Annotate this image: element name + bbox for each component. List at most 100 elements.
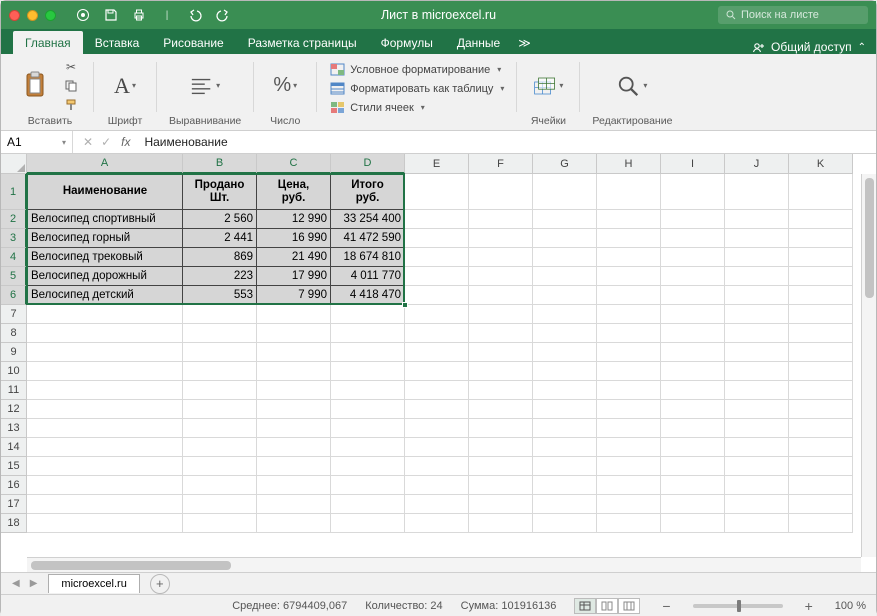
cell[interactable]	[331, 476, 405, 495]
font-button[interactable]: A▾	[106, 69, 144, 103]
cell[interactable]	[183, 343, 257, 362]
cell[interactable]	[597, 419, 661, 438]
cell[interactable]	[789, 267, 853, 286]
formula-input[interactable]: Наименование	[138, 135, 876, 149]
cell[interactable]	[533, 267, 597, 286]
cell[interactable]	[597, 476, 661, 495]
cell[interactable]	[533, 229, 597, 248]
tab-draw[interactable]: Рисование	[151, 31, 235, 54]
cell[interactable]	[257, 476, 331, 495]
zoom-slider[interactable]	[693, 604, 783, 608]
maximize-icon[interactable]	[45, 10, 56, 21]
cell[interactable]	[533, 381, 597, 400]
cell[interactable]	[257, 400, 331, 419]
cell[interactable]	[257, 343, 331, 362]
cell[interactable]	[725, 438, 789, 457]
cell[interactable]	[597, 229, 661, 248]
cell[interactable]	[597, 248, 661, 267]
cell[interactable]: 41 472 590	[331, 229, 405, 248]
cell[interactable]	[789, 174, 853, 210]
undo-icon[interactable]	[186, 6, 204, 24]
minimize-icon[interactable]	[27, 10, 38, 21]
cell[interactable]	[405, 495, 469, 514]
tab-data[interactable]: Данные	[445, 31, 512, 54]
cell[interactable]	[789, 305, 853, 324]
cell[interactable]	[405, 174, 469, 210]
cell[interactable]	[725, 305, 789, 324]
tab-overflow[interactable]: ≫	[512, 31, 537, 54]
cell[interactable]	[469, 305, 533, 324]
cell[interactable]	[661, 229, 725, 248]
cell[interactable]	[597, 267, 661, 286]
cell-styles-button[interactable]: Стили ячеек▾	[329, 99, 504, 116]
cell[interactable]	[725, 457, 789, 476]
cell[interactable]	[469, 476, 533, 495]
cell[interactable]	[597, 324, 661, 343]
cell[interactable]	[789, 286, 853, 305]
cell[interactable]	[725, 229, 789, 248]
cell[interactable]	[661, 362, 725, 381]
row-header[interactable]: 12	[1, 400, 27, 419]
row-header[interactable]: 17	[1, 495, 27, 514]
cell[interactable]	[597, 381, 661, 400]
add-sheet-button[interactable]: +	[150, 574, 170, 594]
cell[interactable]	[469, 400, 533, 419]
redo-icon[interactable]	[214, 6, 232, 24]
cell[interactable]: ПроданоШт.	[183, 174, 257, 210]
row-header[interactable]: 2	[1, 210, 27, 229]
cell[interactable]	[533, 476, 597, 495]
cell[interactable]	[331, 324, 405, 343]
cell[interactable]	[725, 174, 789, 210]
cell[interactable]	[533, 400, 597, 419]
cell[interactable]	[469, 514, 533, 533]
save-icon[interactable]	[102, 6, 120, 24]
fill-handle[interactable]	[402, 302, 408, 308]
sheet-tab[interactable]: microexcel.ru	[48, 574, 139, 593]
vertical-scrollbar[interactable]	[861, 174, 876, 557]
cell[interactable]	[533, 343, 597, 362]
view-normal-icon[interactable]	[574, 598, 596, 614]
cell[interactable]	[405, 229, 469, 248]
cell[interactable]	[789, 343, 853, 362]
cell[interactable]	[597, 343, 661, 362]
row-header[interactable]: 9	[1, 343, 27, 362]
row-header[interactable]: 13	[1, 419, 27, 438]
row-header[interactable]: 4	[1, 248, 27, 267]
share-button[interactable]: Общий доступ ⌃	[752, 40, 876, 54]
cell[interactable]	[405, 514, 469, 533]
cell[interactable]	[597, 438, 661, 457]
cell[interactable]	[725, 400, 789, 419]
cell[interactable]	[183, 400, 257, 419]
cell[interactable]	[469, 381, 533, 400]
cell[interactable]	[725, 286, 789, 305]
cell[interactable]	[725, 495, 789, 514]
cell[interactable]: Велосипед спортивный	[27, 210, 183, 229]
cell[interactable]	[27, 381, 183, 400]
column-header[interactable]: C	[257, 154, 331, 174]
confirm-formula-icon[interactable]: ✓	[101, 135, 111, 149]
column-header[interactable]: J	[725, 154, 789, 174]
row-header[interactable]: 8	[1, 324, 27, 343]
cell[interactable]	[661, 267, 725, 286]
cell[interactable]	[597, 305, 661, 324]
cell[interactable]	[725, 514, 789, 533]
cell[interactable]: Велосипед горный	[27, 229, 183, 248]
cell[interactable]	[661, 419, 725, 438]
cell[interactable]	[533, 514, 597, 533]
cell[interactable]	[789, 438, 853, 457]
row-header[interactable]: 10	[1, 362, 27, 381]
cell[interactable]: 869	[183, 248, 257, 267]
cell[interactable]	[661, 210, 725, 229]
cell[interactable]	[331, 400, 405, 419]
cell[interactable]	[789, 248, 853, 267]
cell[interactable]	[405, 419, 469, 438]
collapse-ribbon-icon[interactable]: ⌃	[858, 42, 866, 53]
cell[interactable]	[405, 305, 469, 324]
column-header[interactable]: D	[331, 154, 405, 174]
cell[interactable]	[405, 362, 469, 381]
cell[interactable]	[661, 457, 725, 476]
cell[interactable]	[533, 495, 597, 514]
cell[interactable]	[405, 210, 469, 229]
cell[interactable]	[725, 248, 789, 267]
cell[interactable]: 553	[183, 286, 257, 305]
